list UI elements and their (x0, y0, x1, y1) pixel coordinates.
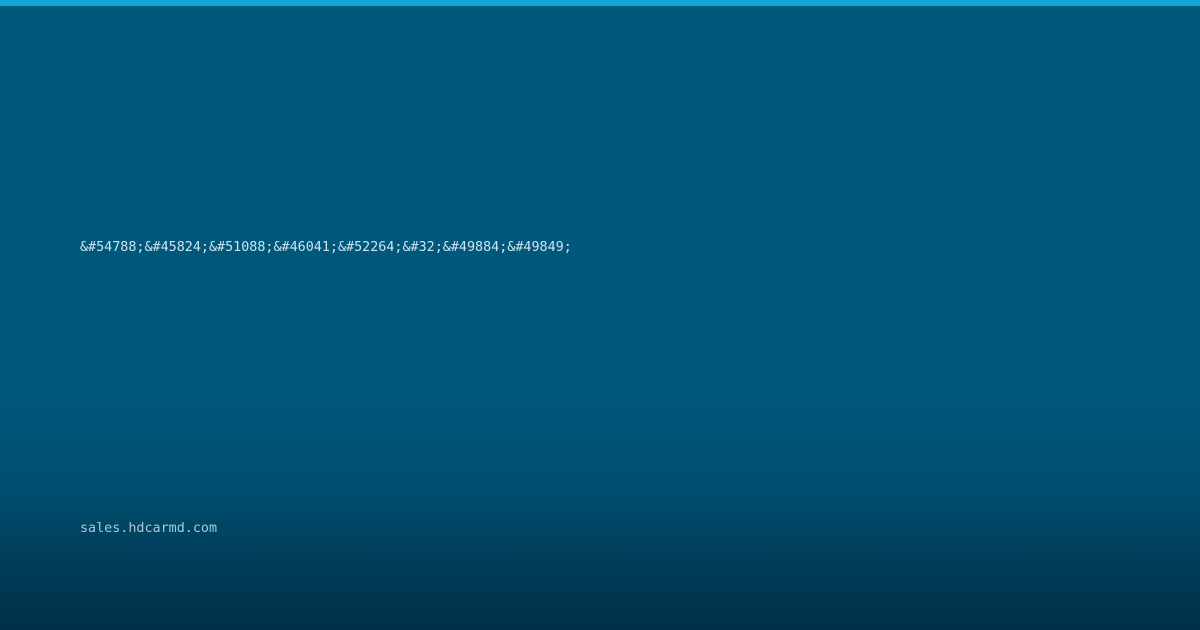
site-domain: sales.hdcarmd.com (80, 521, 218, 536)
share-card: &#54788;&#45824;&#51088;&#46041;&#52264;… (0, 0, 1200, 630)
page-title: &#54788;&#45824;&#51088;&#46041;&#52264;… (80, 240, 572, 255)
accent-bar (0, 0, 1200, 6)
